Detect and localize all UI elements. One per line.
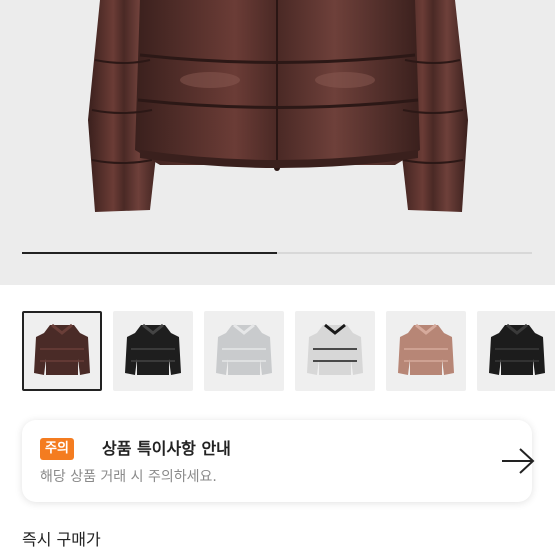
thumbnail[interactable]	[204, 311, 284, 391]
instant-buy-price-label: 즉시 구매가	[22, 530, 101, 549]
notice-subtitle: 해당 상품 거래 시 주의하세요.	[40, 469, 217, 485]
notice-card[interactable]: 주의 상품 특이사항 안내 해당 상품 거래 시 주의하세요.	[22, 420, 535, 502]
gallery-progress-fill	[22, 252, 277, 254]
jacket-thumbnail-image	[125, 323, 181, 375]
jacket-thumbnail-image	[398, 323, 454, 375]
jacket-image	[88, 0, 468, 212]
jacket-thumbnail-image	[307, 323, 363, 375]
gallery-progress	[22, 252, 532, 254]
jacket-thumbnail-image	[489, 323, 545, 375]
product-image[interactable]	[0, 0, 555, 285]
thumbnail[interactable]	[386, 311, 466, 391]
notice-title: 상품 특이사항 안내	[102, 439, 231, 458]
caution-badge: 주의	[40, 438, 74, 460]
thumbnail-strip	[22, 311, 555, 391]
thumbnail[interactable]	[113, 311, 193, 391]
thumbnail[interactable]	[22, 311, 102, 391]
jacket-thumbnail-image	[216, 323, 272, 375]
arrow-right-icon[interactable]	[500, 446, 536, 476]
jacket-thumbnail-image	[34, 323, 90, 375]
thumbnail[interactable]	[295, 311, 375, 391]
thumbnail[interactable]	[477, 311, 555, 391]
